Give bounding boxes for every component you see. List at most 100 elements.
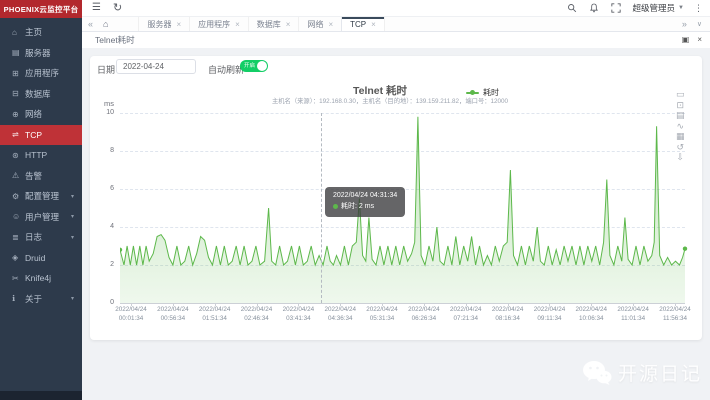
chevron-down-icon: ▾	[71, 234, 74, 241]
breadcrumb: Telnet耗时 ▣ ×	[82, 32, 710, 48]
line-chart-icon[interactable]: ∿	[676, 121, 685, 132]
chart-tooltip: 2022/04/24 04:31:34 耗时: 2 ms	[325, 187, 405, 217]
chevron-down-icon: ▾	[71, 295, 74, 302]
tab-应用程序[interactable]: 应用程序 ×	[189, 17, 248, 31]
tooltip-value: 2 ms	[359, 203, 374, 210]
sidebar-item-日志[interactable]: ≣日志▾	[0, 227, 82, 248]
fullscreen-icon[interactable]	[611, 3, 621, 13]
tab-label: 数据库	[257, 19, 281, 30]
tab-list: 服务器×应用程序×数据库×网络×TCP×	[138, 17, 384, 31]
tab-数据库[interactable]: 数据库 ×	[248, 17, 299, 31]
data-point-marker	[683, 247, 687, 251]
tab-close-icon[interactable]: ×	[371, 20, 376, 29]
y-axis-unit: ms	[92, 99, 114, 108]
collapse-tabs-icon[interactable]: ∨	[697, 20, 702, 29]
home-tab-icon[interactable]: ⌂	[103, 19, 108, 29]
sidebar-item-配置管理[interactable]: ⚙配置管理▾	[0, 186, 82, 207]
sidebar-item-主页[interactable]: ⌂主页	[0, 22, 82, 43]
sidebar-item-HTTP[interactable]: ⊛HTTP	[0, 145, 82, 166]
tab-close-icon[interactable]: ×	[235, 20, 240, 29]
menu-collapse-icon[interactable]: ☰	[92, 3, 101, 13]
search-icon[interactable]	[567, 3, 577, 13]
tooltip-series-dot	[333, 204, 338, 209]
user-menu[interactable]: 超级管理员 ▼	[633, 2, 684, 14]
sidebar-item-label: 数据库	[25, 88, 51, 100]
config-icon: ⚙	[12, 192, 25, 201]
user-menu-label: 超级管理员	[633, 2, 676, 14]
sidebar-item-label: Druid	[25, 253, 45, 263]
sidebar-item-TCP[interactable]: ⇌TCP	[0, 125, 82, 146]
application-icon: ⊞	[12, 69, 25, 78]
sidebar-item-label: 服务器	[25, 47, 51, 59]
about-icon: ℹ	[12, 294, 25, 303]
server-icon: ▤	[12, 48, 25, 57]
date-input[interactable]	[116, 59, 196, 74]
sidebar-item-label: 日志	[25, 231, 42, 243]
panel-close-icon[interactable]: ×	[697, 36, 702, 44]
sidebar-item-Druid[interactable]: ◈Druid	[0, 248, 82, 269]
sidebar-item-label: Knife4j	[25, 273, 51, 283]
legend-marker	[466, 92, 479, 94]
tab-label: TCP	[350, 20, 366, 29]
sidebar-item-label: 用户管理	[25, 211, 59, 223]
save-image-icon[interactable]: ⇩	[676, 152, 685, 163]
watermark: 开源日记	[582, 359, 702, 386]
tab-服务器[interactable]: 服务器 ×	[138, 17, 189, 31]
scroll-right-icon[interactable]: »	[682, 20, 687, 29]
knife4j-icon: ✂	[12, 274, 25, 283]
tab-bar: « ⌂ 服务器×应用程序×数据库×网络×TCP× » ∨	[82, 17, 710, 32]
tab-label: 应用程序	[198, 19, 230, 30]
axis-pointer-line	[321, 113, 322, 303]
network-icon: ⊕	[12, 110, 25, 119]
tooltip-time: 2022/04/24 04:31:34	[333, 191, 397, 202]
database-icon: ⊟	[12, 89, 25, 98]
sidebar-item-Knife4j[interactable]: ✂Knife4j	[0, 268, 82, 289]
refresh-icon[interactable]: ↻	[113, 3, 122, 13]
data-zoom-icon[interactable]: ▭	[676, 89, 685, 100]
sidebar-item-label: 网络	[25, 108, 42, 120]
sidebar-item-网络[interactable]: ⊕网络	[0, 104, 82, 125]
sidebar-item-告警[interactable]: ⚠告警	[0, 166, 82, 187]
sidebar-item-服务器[interactable]: ▤服务器	[0, 43, 82, 64]
tab-close-icon[interactable]: ×	[328, 20, 333, 29]
notification-icon[interactable]	[589, 3, 599, 13]
scroll-left-icon[interactable]: «	[88, 20, 93, 29]
more-vertical-icon[interactable]: ⋮	[694, 3, 703, 14]
sidebar: PHOENIX云监控平台 ⌂主页▤服务器⊞应用程序⊟数据库⊕网络⇌TCP⊛HTT…	[0, 0, 82, 400]
watermark-text: 开源日记	[618, 359, 702, 386]
sidebar-item-label: HTTP	[25, 150, 47, 160]
sidebar-item-label: 主页	[25, 26, 42, 38]
user-icon: ☺	[12, 212, 25, 221]
sidebar-item-应用程序[interactable]: ⊞应用程序	[0, 63, 82, 84]
sidebar-item-关于[interactable]: ℹ关于 ▾	[0, 289, 82, 310]
sidebar-footer	[0, 391, 82, 400]
tab-close-icon[interactable]: ×	[176, 20, 181, 29]
app-logo: PHOENIX云监控平台	[0, 0, 82, 18]
tcp-icon: ⇌	[12, 130, 25, 139]
tab-网络[interactable]: 网络×	[298, 17, 341, 31]
sidebar-item-用户管理[interactable]: ☺用户管理 ▾	[0, 207, 82, 228]
bar-chart-icon[interactable]: ▦	[676, 131, 685, 142]
sidebar-item-label: 关于	[25, 293, 42, 305]
zoom-reset-icon[interactable]: ⊡	[676, 100, 685, 111]
restore-icon[interactable]: ↺	[676, 142, 685, 153]
tab-close-icon[interactable]: ×	[286, 20, 291, 29]
toggle-knob	[257, 61, 267, 71]
sidebar-item-label: 告警	[25, 170, 42, 182]
auto-refresh-toggle[interactable]: 开启	[240, 60, 268, 72]
sidebar-item-label: TCP	[25, 130, 42, 140]
home-icon: ⌂	[12, 28, 25, 37]
tab-label: 服务器	[147, 19, 171, 30]
auto-refresh-label: 自动刷新	[208, 63, 244, 76]
data-view-icon[interactable]: ▤	[676, 110, 685, 121]
sidebar-item-数据库[interactable]: ⊟数据库	[0, 84, 82, 105]
wechat-icon	[582, 360, 612, 386]
http-icon: ⊛	[12, 151, 25, 160]
tab-TCP[interactable]: TCP ×	[341, 17, 385, 31]
alert-icon: ⚠	[12, 171, 25, 180]
panel-pin-icon[interactable]: ▣	[682, 36, 690, 44]
page-title: Telnet耗时	[95, 34, 135, 46]
chevron-down-icon: ▾	[71, 213, 74, 220]
chevron-down-icon: ▾	[71, 193, 74, 200]
chart-toolbox: ▭⊡▤∿▦↺⇩	[676, 89, 685, 163]
